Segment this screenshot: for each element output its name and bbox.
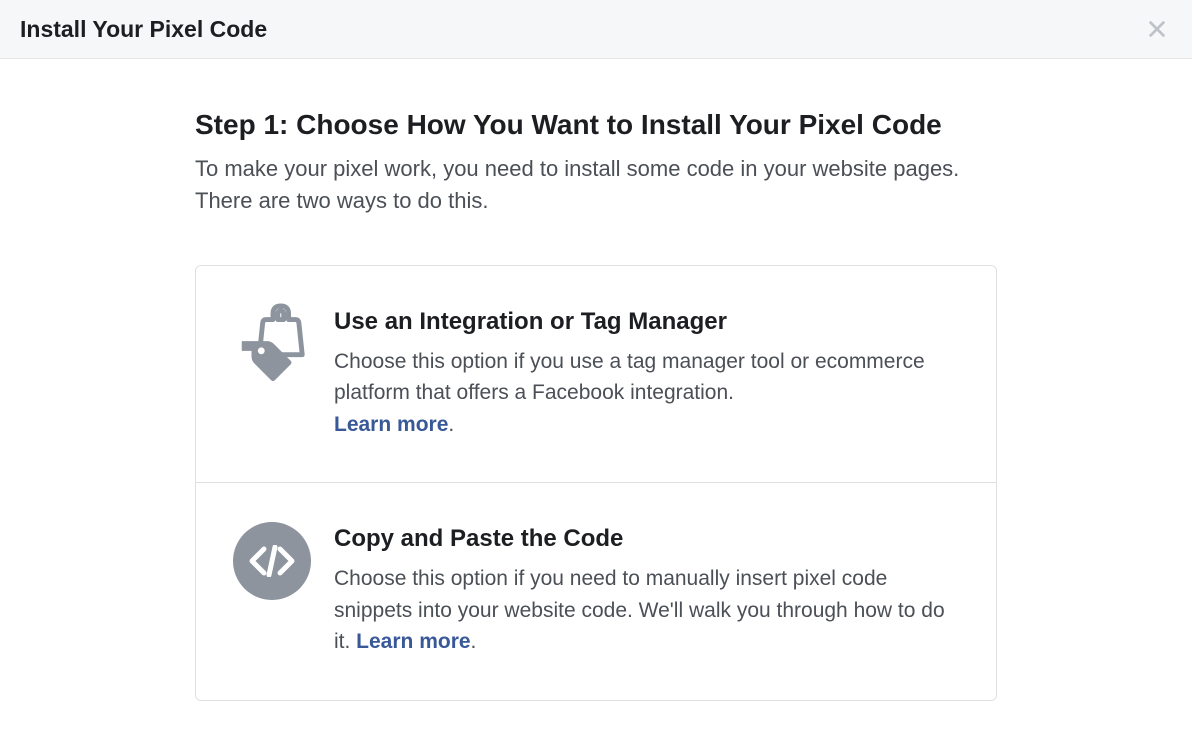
modal-header: Install Your Pixel Code bbox=[0, 0, 1192, 59]
option-manual-title: Copy and Paste the Code bbox=[334, 525, 960, 553]
modal-title: Install Your Pixel Code bbox=[20, 16, 267, 43]
option-integration[interactable]: Use an Integration or Tag Manager Choose… bbox=[196, 266, 996, 483]
code-icon bbox=[232, 521, 312, 601]
options-container: Use an Integration or Tag Manager Choose… bbox=[195, 265, 997, 701]
learn-more-link-manual[interactable]: Learn more bbox=[356, 630, 470, 653]
option-manual-description: Choose this option if you need to manual… bbox=[334, 563, 960, 658]
shopping-tag-icon bbox=[232, 304, 312, 384]
option-integration-body: Use an Integration or Tag Manager Choose… bbox=[334, 304, 960, 441]
close-button[interactable] bbox=[1142, 14, 1172, 44]
step-description: To make your pixel work, you need to ins… bbox=[195, 153, 997, 217]
option-manual-body: Copy and Paste the Code Choose this opti… bbox=[334, 521, 960, 658]
option-integration-description: Choose this option if you use a tag mana… bbox=[334, 346, 960, 441]
option-integration-title: Use an Integration or Tag Manager bbox=[334, 308, 960, 336]
learn-more-link-integration[interactable]: Learn more bbox=[334, 413, 448, 436]
content-area: Step 1: Choose How You Want to Install Y… bbox=[0, 59, 1192, 701]
option-manual[interactable]: Copy and Paste the Code Choose this opti… bbox=[196, 482, 996, 700]
step-title: Step 1: Choose How You Want to Install Y… bbox=[195, 109, 997, 141]
